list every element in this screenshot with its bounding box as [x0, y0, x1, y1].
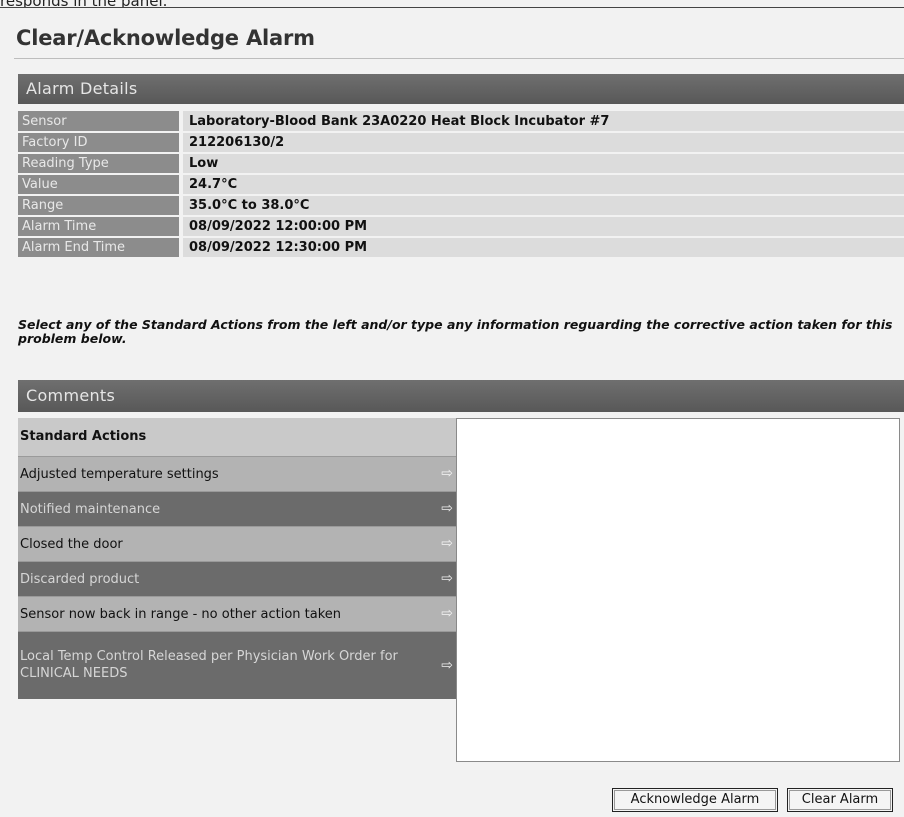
details-row-sensor: Sensor Laboratory-Blood Bank 23A0220 Hea…: [18, 111, 904, 133]
page-title: Clear/Acknowledge Alarm: [16, 26, 315, 50]
standard-actions-header: Standard Actions: [18, 418, 456, 456]
details-row-factory-id: Factory ID 212206130/2: [18, 132, 904, 154]
details-label: Value: [18, 174, 183, 196]
action-sensor-back-in-range[interactable]: Sensor now back in range - no other acti…: [18, 596, 456, 631]
instructions-text: Select any of the Standard Actions from …: [18, 317, 893, 346]
details-row-value: Value 24.7°C: [18, 174, 904, 196]
arrow-right-icon[interactable]: ⇨: [441, 527, 453, 562]
details-row-range: Range 35.0°C to 38.0°C: [18, 195, 904, 217]
arrow-right-icon[interactable]: ⇨: [441, 492, 453, 527]
details-row-alarm-time: Alarm Time 08/09/2022 12:00:00 PM: [18, 216, 904, 238]
details-value: 35.0°C to 38.0°C: [181, 195, 904, 217]
details-value: 08/09/2022 12:00:00 PM: [181, 216, 904, 238]
comments-textarea[interactable]: [456, 418, 900, 762]
action-discarded-product[interactable]: Discarded product ⇨: [18, 561, 456, 596]
details-value: 08/09/2022 12:30:00 PM: [181, 237, 904, 259]
details-row-alarm-end-time: Alarm End Time 08/09/2022 12:30:00 PM: [18, 237, 904, 259]
action-label: Discarded product: [20, 572, 140, 587]
alarm-details-header: Alarm Details: [18, 74, 904, 104]
action-label: Local Temp Control Released per Physicia…: [20, 649, 398, 681]
standard-actions-panel: Standard Actions Adjusted temperature se…: [18, 418, 456, 699]
action-local-temp-control[interactable]: Local Temp Control Released per Physicia…: [18, 631, 456, 699]
details-label: Range: [18, 195, 183, 217]
details-label: Alarm End Time: [18, 237, 183, 259]
top-caption: responds in the panel.: [0, 0, 904, 8]
details-label: Factory ID: [18, 132, 183, 154]
clear-alarm-button[interactable]: Clear Alarm: [787, 788, 893, 812]
arrow-right-icon[interactable]: ⇨: [441, 657, 453, 674]
action-label: Sensor now back in range - no other acti…: [20, 607, 342, 622]
action-adjusted-temperature[interactable]: Adjusted temperature settings ⇨: [18, 456, 456, 491]
arrow-right-icon[interactable]: ⇨: [441, 597, 453, 632]
action-label: Notified maintenance: [20, 502, 161, 517]
details-value: Laboratory-Blood Bank 23A0220 Heat Block…: [181, 111, 904, 133]
acknowledge-alarm-button[interactable]: Acknowledge Alarm: [612, 788, 778, 812]
alarm-details-table: Sensor Laboratory-Blood Bank 23A0220 Hea…: [18, 111, 904, 259]
details-value: 24.7°C: [181, 174, 904, 196]
details-value: Low: [181, 153, 904, 175]
action-label: Closed the door: [20, 537, 123, 552]
details-value: 212206130/2: [181, 132, 904, 154]
comments-header: Comments: [18, 380, 904, 412]
action-label: Adjusted temperature settings: [20, 467, 219, 482]
details-label: Reading Type: [18, 153, 183, 175]
action-notified-maintenance[interactable]: Notified maintenance ⇨: [18, 491, 456, 526]
arrow-right-icon[interactable]: ⇨: [441, 562, 453, 597]
details-label: Alarm Time: [18, 216, 183, 238]
title-divider: [14, 58, 904, 59]
details-row-reading-type: Reading Type Low: [18, 153, 904, 175]
arrow-right-icon[interactable]: ⇨: [441, 457, 453, 492]
action-closed-door[interactable]: Closed the door ⇨: [18, 526, 456, 561]
details-label: Sensor: [18, 111, 183, 133]
